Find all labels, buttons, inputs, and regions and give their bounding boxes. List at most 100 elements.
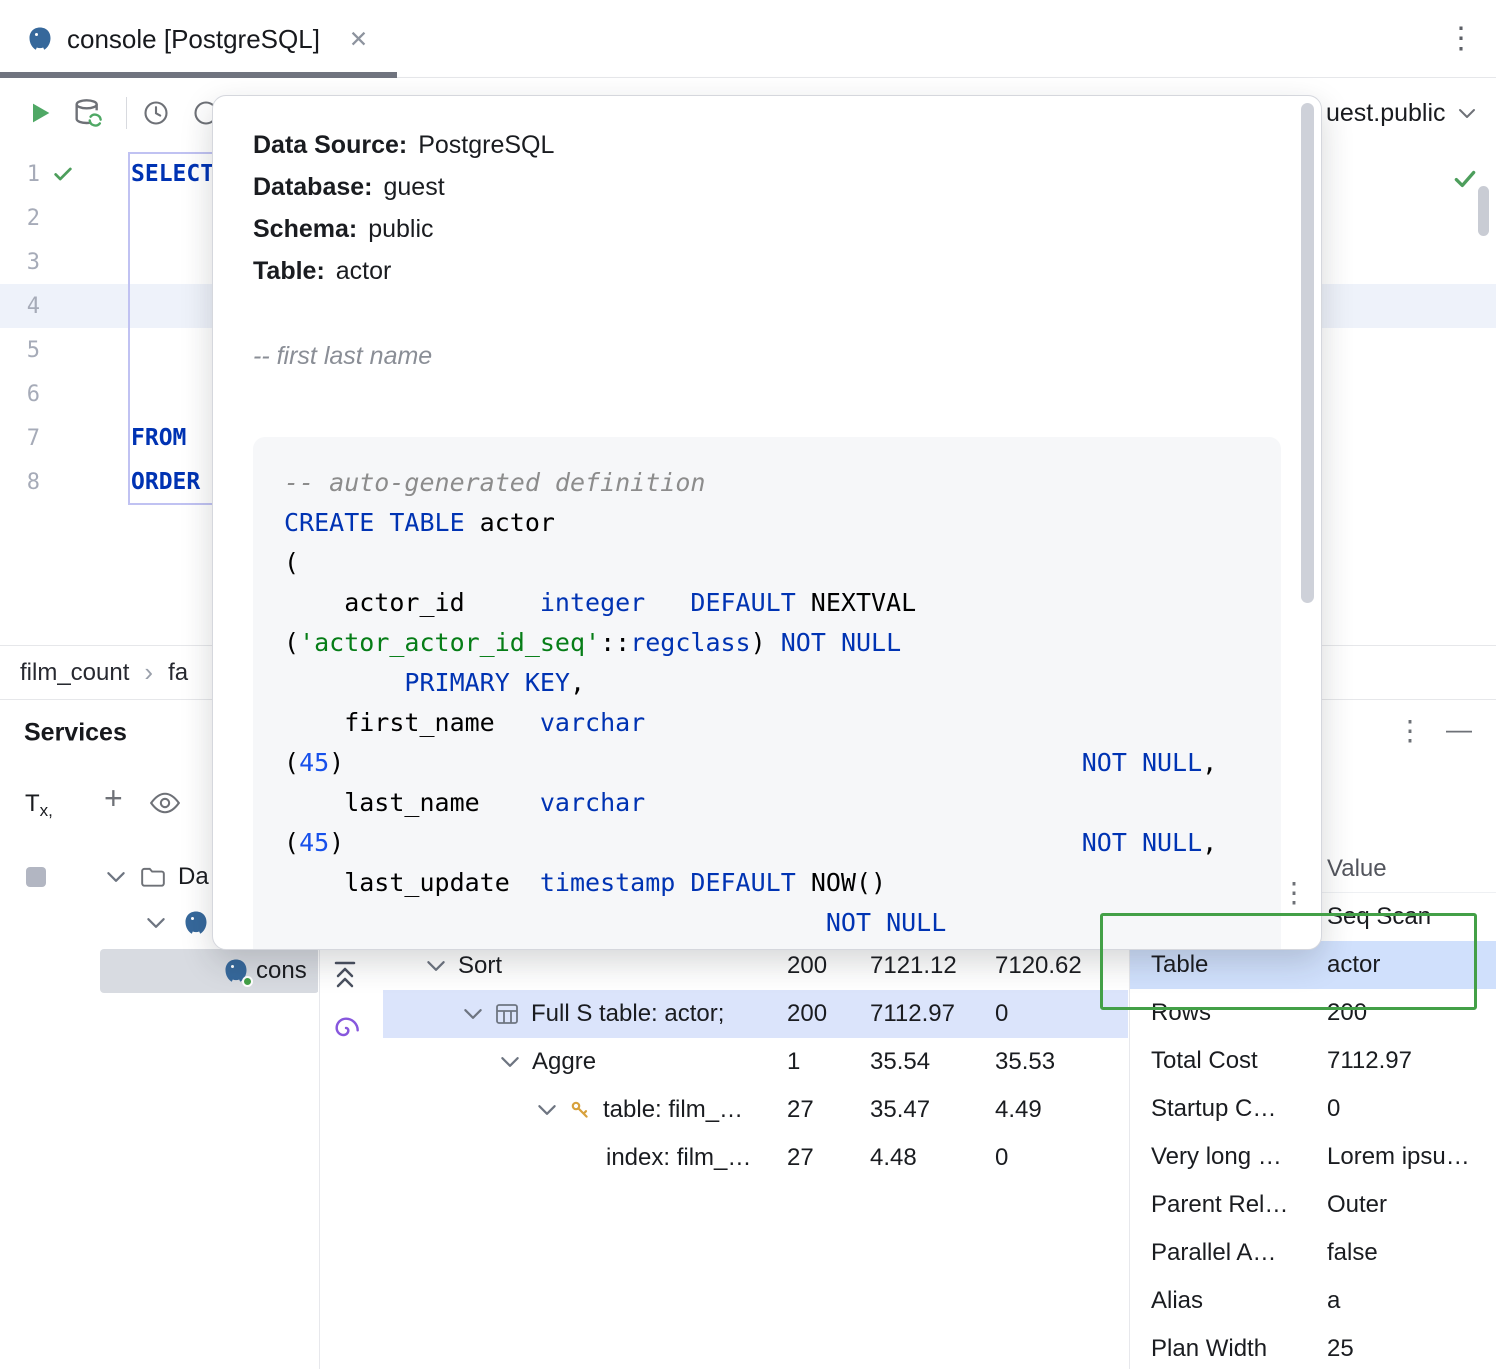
popup-field-label: Data Source: [253,131,407,160]
property-row[interactable]: Parallel A… false [1130,1229,1496,1277]
popup-field: Table: actor [253,250,1281,292]
sql-code-line: last_name varchar [284,783,1261,823]
ddl-code-block: -- auto-generated definitionCREATE TABLE… [253,437,1281,950]
property-row[interactable]: Total Cost 7112.97 [1130,1037,1496,1085]
services-panel-title: Services [24,719,127,748]
plan-node-label: index: film_… [606,1144,751,1172]
tree-row-console[interactable]: cons [0,949,318,993]
property-name: Very long … [1151,1143,1282,1171]
table-doc-popup: Data Source: PostgreSQL Database: guest … [212,95,1322,950]
property-row[interactable]: Very long … Lorem ipsu… [1130,1133,1496,1181]
refresh-datasource-button[interactable] [66,79,110,147]
popup-scrollbar-thumb[interactable] [1301,103,1314,603]
popup-field-value: PostgreSQL [418,131,554,160]
plan-total-cost: 35.54 [870,1048,930,1076]
popup-field-value: guest [384,173,445,202]
tree-checkbox[interactable] [26,867,46,887]
breadcrumb-separator-icon: › [144,657,153,688]
postgresql-icon [26,25,54,53]
chevron-down-icon[interactable] [106,871,126,883]
plan-actual-rows: 200 [787,952,827,980]
plan-startup-cost: 0 [995,1144,1008,1172]
plan-node-label: Aggre [532,1048,596,1076]
chevron-down-icon[interactable] [146,917,166,929]
value-column-header: Value [1327,855,1387,883]
add-datasource-icon[interactable]: + [104,780,123,817]
table-comment: -- first last name [253,335,1281,377]
popup-field: Schema: public [253,208,1281,250]
plan-startup-cost: 4.49 [995,1096,1042,1124]
plan-actual-rows: 27 [787,1096,814,1124]
sql-code-line: actor_id integer DEFAULT NEXTVAL [284,583,1261,623]
tab-console[interactable]: console [PostgreSQL] ✕ [0,0,368,78]
property-row[interactable]: Startup C… 0 [1130,1085,1496,1133]
services-menu-icon[interactable]: ⋮ [1396,714,1424,747]
property-name: Alias [1151,1287,1203,1315]
tab-title: console [PostgreSQL] [67,24,320,55]
properties-menu-icon[interactable]: ⋮ [1280,876,1308,909]
plan-row[interactable]: Aggre 1 35.54 35.53 [330,1038,1128,1086]
schema-selector[interactable]: uest.public [1326,91,1476,135]
property-name: Parent Rel… [1151,1191,1288,1219]
property-value: false [1327,1239,1378,1267]
sql-code-line: (45) NOT NULL, [284,743,1261,783]
tree-row-label: cons [256,957,307,985]
line-number: 5 [0,338,40,363]
chevron-down-icon[interactable] [463,1008,483,1020]
plan-row[interactable]: Full S table: actor; 200 7112.97 0 [330,990,1128,1038]
inspection-ok-icon[interactable] [1452,166,1478,192]
clock-icon [142,99,170,127]
property-value: Outer [1327,1191,1387,1219]
plan-actual-rows: 200 [787,1000,827,1028]
sql-code-line: -- auto-generated definition [284,463,1261,503]
table-icon [495,1003,519,1025]
sql-code-line: (45) NOT NULL, [284,823,1261,863]
popup-field-label: Database: [253,173,373,202]
breadcrumb-item-next[interactable]: fa [168,659,188,687]
postgresql-console-icon [222,957,250,985]
breadcrumb-item-film-count[interactable]: film_count [20,659,129,687]
tabbar-menu-icon[interactable]: ⋮ [1446,22,1476,56]
popup-field-value: public [368,215,433,244]
property-row[interactable]: Plan Width 25 [1130,1325,1496,1369]
run-button[interactable] [18,79,62,147]
plan-total-cost: 4.48 [870,1144,917,1172]
key-icon [569,1099,591,1121]
code-text: FROM [131,425,186,451]
editor-scrollbar-thumb[interactable] [1478,186,1489,236]
property-value: 7112.97 [1327,1047,1412,1075]
plan-row[interactable]: table: film_… 27 35.47 4.49 [330,1086,1128,1134]
plan-total-cost: 35.47 [870,1096,930,1124]
services-minimize-icon[interactable]: — [1446,714,1472,745]
connected-dot [242,976,253,987]
chevron-down-icon[interactable] [500,1056,520,1068]
property-value: 0 [1327,1095,1340,1123]
popup-field-label: Table: [253,257,325,286]
statement-success-icon [52,163,74,185]
tx-mode-button[interactable]: Tx, [25,790,53,821]
plan-row[interactable]: index: film_… 27 4.48 0 [330,1134,1128,1182]
history-button[interactable] [134,79,178,147]
code-text: ORDER [131,469,200,495]
property-row[interactable]: Alias a [1130,1277,1496,1325]
plan-startup-cost: 7120.62 [995,952,1082,980]
tab-close-icon[interactable]: ✕ [349,26,368,53]
code-text: SELECT [131,161,214,187]
annotation-highlight-box [1100,913,1477,1010]
chevron-down-icon[interactable] [537,1104,557,1116]
property-name: Startup C… [1151,1095,1276,1123]
popup-field-label: Schema: [253,215,357,244]
popup-field-value: actor [336,257,392,286]
sql-code-line: ('actor_actor_id_seq'::regclass) NOT NUL… [284,623,1261,663]
database-refresh-icon [72,97,104,129]
plan-startup-cost: 35.53 [995,1048,1055,1076]
chevron-down-icon [1458,108,1476,119]
property-name: Plan Width [1151,1335,1267,1363]
property-value: a [1327,1287,1340,1315]
view-options-icon[interactable] [150,792,180,814]
popup-field: Data Source: PostgreSQL [253,124,1281,166]
sql-code-line: first_name varchar [284,703,1261,743]
schema-selector-label: uest.public [1326,99,1446,128]
property-row[interactable]: Parent Rel… Outer [1130,1181,1496,1229]
chevron-down-icon[interactable] [426,960,446,972]
